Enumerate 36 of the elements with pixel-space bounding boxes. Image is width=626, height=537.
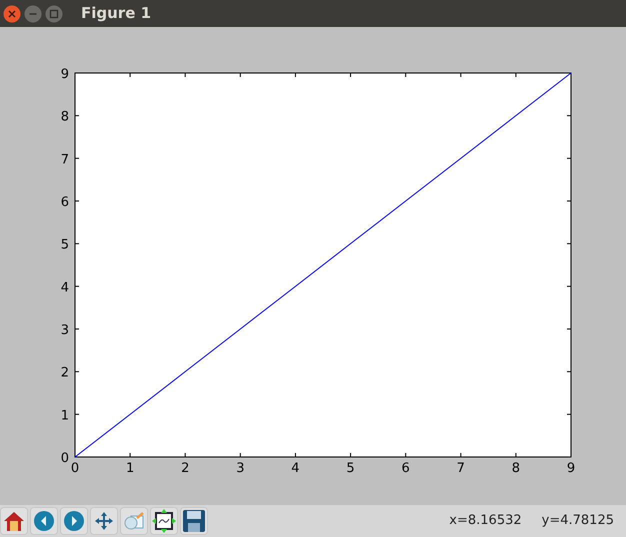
y-tick-label: 7 [60, 152, 69, 168]
y-tick-label: 6 [60, 195, 69, 210]
window-title: Figure 1 [81, 3, 152, 24]
back-button[interactable] [30, 507, 58, 535]
x-tick-label: 7 [456, 461, 465, 476]
house-icon [2, 509, 26, 533]
x-coordinate: x=8.16532 [449, 512, 522, 530]
home-button[interactable] [0, 507, 28, 535]
x-tick-label: 0 [70, 461, 80, 476]
save-button[interactable] [180, 507, 208, 535]
forward-button[interactable] [60, 507, 88, 535]
subplots-button[interactable] [150, 507, 178, 535]
move-arrows-icon [93, 510, 115, 532]
y-coordinate: y=4.78125 [542, 512, 614, 530]
minimize-icon[interactable] [24, 4, 42, 22]
y-tick-label: 8 [60, 110, 69, 125]
x-tick-label: 5 [346, 461, 355, 476]
x-tick-label: 9 [566, 461, 576, 476]
x-tick-label: 6 [402, 461, 410, 476]
y-tick-label: 3 [60, 323, 69, 338]
y-tick-label: 9 [60, 67, 69, 82]
close-icon[interactable] [3, 4, 21, 22]
magnifier-icon [123, 510, 145, 532]
x-tick-label: 8 [512, 461, 520, 476]
x-tick-label: 1 [126, 461, 134, 476]
x-tick-label: 3 [236, 461, 244, 476]
pan-button[interactable] [90, 507, 118, 535]
maximize-icon[interactable] [45, 4, 63, 22]
y-tick-label: 1 [60, 408, 69, 424]
y-tick-label: 2 [60, 366, 69, 381]
x-tick-label: 2 [181, 461, 190, 476]
y-tick-label: 5 [60, 238, 69, 253]
y-tick-label: 4 [60, 280, 69, 296]
y-tick-label: 0 [60, 451, 69, 466]
x-tick-label: 4 [291, 461, 300, 476]
adjust-plot-icon [152, 509, 176, 533]
